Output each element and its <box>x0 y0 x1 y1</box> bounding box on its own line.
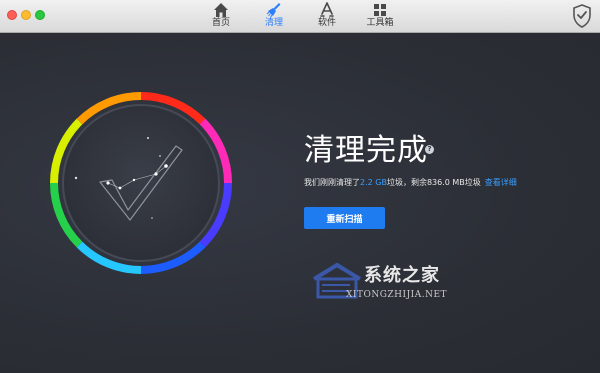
rescan-button[interactable]: 重新扫描 <box>304 207 385 229</box>
tab-software[interactable]: 软件 <box>304 2 350 32</box>
clean-complete-ring <box>50 92 232 274</box>
cleaned-amount: 2.2 GB <box>360 178 387 187</box>
minimize-window-button[interactable] <box>21 10 31 20</box>
tab-toolbox-label: 工具箱 <box>366 18 394 28</box>
watermark-url: XITONGZHIJIA.NET <box>346 290 448 300</box>
tab-clean-label: 清理 <box>264 18 283 28</box>
window-toolbar: 首页 清理 软件 工具箱 <box>0 0 600 33</box>
summary-prefix: 我们刚刚清理了 <box>304 178 360 187</box>
view-details-link[interactable]: 查看详细 <box>485 178 517 187</box>
summary-middle: 垃圾，剩余836.0 MB垃圾 <box>386 178 481 187</box>
tab-clean[interactable]: 清理 <box>251 2 297 32</box>
clean-result-panel: 清理完成 ? 我们刚刚清理了2.2 GB垃圾，剩余836.0 MB垃圾 查看详细 … <box>0 33 600 373</box>
clean-complete-title: 清理完成 <box>304 133 428 168</box>
home-icon <box>214 3 228 17</box>
close-window-button[interactable] <box>7 10 17 20</box>
tab-toolbox[interactable]: 工具箱 <box>357 2 403 32</box>
app-store-icon <box>320 2 334 17</box>
broom-icon <box>266 3 281 18</box>
tab-home[interactable]: 首页 <box>198 2 244 32</box>
tab-software-label: 软件 <box>317 18 336 28</box>
watermark-title: 系统之家 <box>364 265 440 286</box>
grid-icon <box>374 4 386 16</box>
maximize-window-button[interactable] <box>35 10 45 20</box>
tab-home-label: 首页 <box>211 18 230 28</box>
info-icon[interactable]: ? <box>425 145 434 154</box>
clean-summary: 我们刚刚清理了2.2 GB垃圾，剩余836.0 MB垃圾 查看详细 <box>304 177 517 188</box>
shield-check-icon[interactable] <box>572 4 592 28</box>
